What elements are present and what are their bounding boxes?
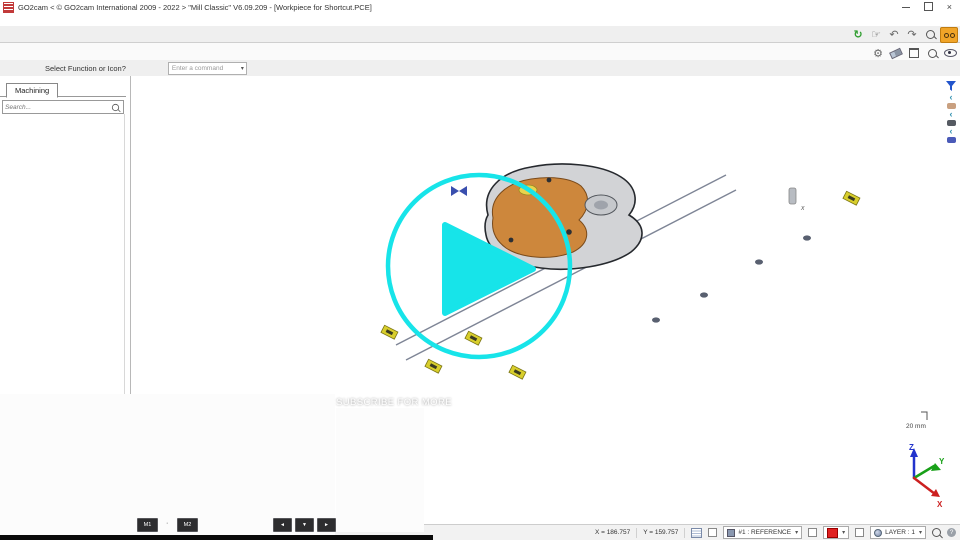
title-bar: GO2cam < © GO2cam International 2009 - 2… — [0, 0, 960, 14]
undo-icon[interactable]: ↶ — [886, 27, 902, 41]
minimize-icon — [902, 7, 910, 8]
key-arrow-left: ◄ — [273, 518, 292, 532]
keyboard-overlay: M1 · M2 ◄ ▼ ► — [0, 394, 433, 540]
key-arrow-down: ▼ — [295, 518, 314, 532]
eye-icon — [944, 49, 957, 57]
zoom-icon[interactable] — [922, 27, 938, 41]
chevron-down-icon: ▾ — [842, 529, 845, 536]
collapse-left-icon[interactable]: ‹ — [950, 128, 953, 135]
eraser-glyph-icon — [889, 47, 903, 58]
visibility-icon[interactable] — [942, 46, 958, 60]
reference-checkbox[interactable] — [708, 528, 717, 537]
help-icon[interactable]: ? — [947, 528, 956, 537]
key-m1: M1 — [137, 518, 158, 532]
dot: · — [166, 520, 168, 527]
reference-value: #1 : REFERENCE — [738, 529, 791, 536]
chip-tool-icon[interactable] — [947, 137, 956, 143]
tab-machining[interactable]: Machining — [6, 83, 58, 98]
layer-dropdown[interactable]: LAYER : 1 ▾ — [870, 526, 926, 539]
command-bar: Select Function or Icon? Enter a command… — [0, 60, 960, 77]
magnifier-icon — [926, 30, 935, 39]
go2operator-glasses-icon[interactable] — [940, 27, 958, 43]
layer-sphere-icon — [874, 529, 882, 537]
command-prompt-label: Select Function or Icon? — [45, 64, 126, 73]
chevron-down-icon: ▾ — [795, 529, 798, 536]
ribbon-tabs — [0, 26, 960, 42]
chevron-down-icon: ▾ — [241, 65, 244, 72]
search-box[interactable] — [2, 100, 124, 114]
bin-icon[interactable] — [906, 46, 922, 60]
regenerate-icon[interactable]: ↻ — [850, 27, 866, 41]
settings-icon[interactable]: ⚙ — [870, 46, 886, 60]
pointer-icon[interactable]: ☞ — [868, 27, 884, 41]
eraser-icon[interactable] — [888, 46, 904, 60]
magnifier-icon — [928, 49, 937, 58]
y-coordinate: Y = 159.757 — [643, 529, 678, 536]
redo-icon[interactable]: ↷ — [904, 27, 920, 41]
color-dropdown[interactable]: ▾ — [823, 526, 849, 539]
bucket-icon — [909, 48, 919, 58]
machining-tree — [2, 114, 125, 414]
x-coordinate: X = 186.757 — [595, 529, 630, 536]
collapse-left-icon[interactable]: ‹ — [950, 111, 953, 118]
color-swatch — [827, 528, 838, 538]
ribbon-toolbar — [0, 42, 960, 62]
keyboard-bottom-bar — [0, 535, 433, 540]
close-button[interactable]: × — [947, 2, 952, 12]
reference-dropdown[interactable]: #1 : REFERENCE ▾ — [723, 526, 802, 539]
command-input[interactable]: Enter a command ▾ — [168, 62, 247, 75]
keyboard-main: M1 · M2 ◄ ▼ ► — [0, 394, 335, 535]
search-icon — [112, 103, 119, 110]
filter-icon[interactable] — [945, 80, 957, 92]
zoom-all-icon[interactable] — [932, 528, 941, 537]
axis-triad: Z Y X — [909, 443, 945, 509]
axis-z-label: Z — [909, 443, 914, 452]
keyboard-numpad — [336, 408, 424, 532]
chevron-down-icon: ▾ — [919, 529, 922, 536]
key-arrow-right: ► — [317, 518, 336, 532]
key-m2: M2 — [177, 518, 198, 532]
minimize-button[interactable] — [902, 2, 910, 12]
view-tools: ↻ ☞ ↶ ↷ ⚙ — [850, 27, 958, 60]
app-icon — [3, 2, 14, 13]
subscribe-text: SUBSCRIBE FOR MORE — [336, 397, 452, 408]
grid-edit-icon[interactable] — [691, 528, 702, 538]
layer-checkbox[interactable] — [855, 528, 864, 537]
window-title: GO2cam < © GO2cam International 2009 - 2… — [18, 3, 372, 12]
collapse-left-icon[interactable]: ‹ — [950, 94, 953, 101]
scale-label: 20 mm — [906, 423, 926, 430]
reference-cube-icon — [727, 529, 735, 537]
layer-value: LAYER : 1 — [885, 529, 915, 536]
glasses-icon — [944, 33, 955, 38]
scale-indicator: 20 mm — [906, 412, 927, 430]
color-checkbox[interactable] — [808, 528, 817, 537]
tool-tag: x — [800, 205, 805, 212]
maximize-icon — [924, 2, 933, 11]
axis-x-label: X — [937, 500, 943, 509]
axis-y-label: Y — [939, 457, 945, 466]
maximize-button[interactable] — [924, 2, 933, 13]
right-toolbar: ‹ ‹ ‹ — [943, 80, 959, 143]
zoom-window-icon[interactable] — [924, 46, 940, 60]
command-placeholder: Enter a command — [172, 65, 223, 72]
search-input[interactable] — [3, 104, 111, 111]
